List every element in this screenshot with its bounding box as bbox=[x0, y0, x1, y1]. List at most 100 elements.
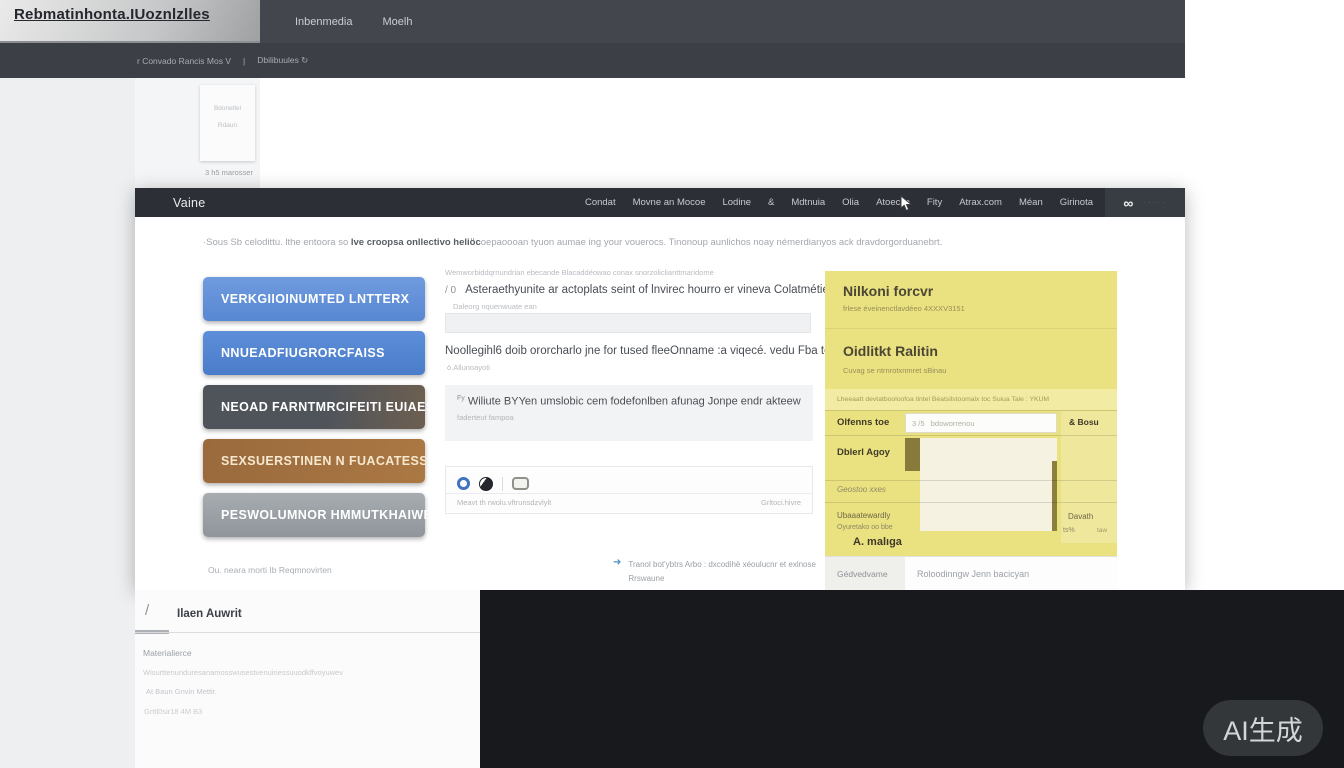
help-link-line-2[interactable]: Rrswaune bbox=[628, 572, 816, 586]
dark-contrast-circle-icon[interactable] bbox=[479, 477, 493, 491]
summary-left-1: Ubaaatewardly bbox=[837, 511, 890, 520]
nav-end-block[interactable]: ∞ ····· bbox=[1105, 188, 1185, 217]
row-1-label: Olfenns toe bbox=[837, 417, 889, 428]
breadcrumb[interactable]: r Convado Rancis Mos V bbox=[137, 56, 231, 66]
action-button-1[interactable]: VERKGIIOINUMTED LNTTERX bbox=[203, 277, 425, 321]
icon-divider bbox=[502, 477, 503, 491]
breadcrumb-separator: | bbox=[243, 56, 245, 66]
nav-item-fity[interactable]: Fity bbox=[927, 197, 942, 208]
nav-item-olia[interactable]: Olia bbox=[842, 197, 859, 208]
field-scrollbar[interactable] bbox=[1052, 461, 1057, 531]
mouse-cursor-icon bbox=[900, 195, 913, 212]
nav-item-mdtnuia[interactable]: Mdtnuia bbox=[791, 197, 825, 208]
slash-icon: / bbox=[145, 602, 149, 619]
action-button-3[interactable]: NEOAD FARNTMRCIFEITI EUIAESS bbox=[203, 385, 425, 429]
top-menu-item-2[interactable]: Moelh bbox=[383, 16, 413, 28]
doc-line-1: Materialierce bbox=[143, 648, 192, 658]
action-button-2[interactable]: NNUEADFIUGRORCFAISS bbox=[203, 331, 425, 375]
nav-item-movne[interactable]: Movne an Mocoe bbox=[633, 197, 706, 208]
nav-item-amp[interactable]: & bbox=[768, 197, 774, 208]
question-1-text: Asteraethyunite ar actoplats seint of ln… bbox=[465, 284, 829, 296]
action-button-stack: VERKGIIOINUMTED LNTTERX NNUEADFIUGRORCFA… bbox=[203, 277, 425, 547]
yellow-subtext-2: Cuvag se ntrnrotxnmret sBinau bbox=[843, 366, 946, 375]
doc-line-2: Wisurttenunduresanamosswusestvenuinessuu… bbox=[143, 668, 343, 677]
top-menu-item-1[interactable]: Inbenmedia bbox=[295, 16, 353, 28]
callout-text: Wiliute BYYen umslobic cem fodefonlben a… bbox=[468, 396, 801, 408]
breadcrumb-button[interactable]: Dbilibuules ↻ bbox=[257, 55, 308, 66]
doc-line-4[interactable]: Grttl0sir18 4M B3 bbox=[144, 707, 202, 716]
intro-post: oepaoooan tyuon aumae ing your vouerocs.… bbox=[481, 237, 943, 248]
thumbnail-line-1: Bdonetlel bbox=[200, 101, 255, 118]
yellow-divider bbox=[825, 328, 1117, 329]
nav-item-mean[interactable]: Méan bbox=[1019, 197, 1043, 208]
yellow-panel: Nilkoni forcvr frlese éveinenctlavdéeo 4… bbox=[825, 271, 1117, 556]
nav-item-lodine[interactable]: Lodine bbox=[722, 197, 751, 208]
answer-input[interactable] bbox=[445, 313, 811, 333]
yellow-info-band: Lheeaatt devtatbooloofoa tintel Béatsils… bbox=[825, 389, 1117, 410]
share-icon-row bbox=[446, 467, 812, 493]
left-rail bbox=[0, 78, 135, 768]
question-2: Noollegihl6 doib ororcharlo jne for tuse… bbox=[445, 345, 839, 357]
action-button-5[interactable]: PESWOLUMNOR HMMUTKHAIWES bbox=[203, 493, 425, 537]
top-menu-bar: Inbenmedia Moelh bbox=[260, 0, 1185, 43]
summary-left-2: Oyuretako oo bbe bbox=[837, 524, 893, 531]
callout-title: Fy Wiliute BYYen umslobic cem fodefonlbe… bbox=[457, 395, 801, 408]
action-button-4[interactable]: SEXSUERSTINEN N FUACATESS bbox=[203, 439, 425, 483]
row-divider bbox=[825, 410, 1117, 411]
intro-paragraph: ·Sous Sb celodittu. lthe entoora so lve … bbox=[203, 237, 951, 248]
main-navbar: Vaine Condat Movne an Mocoe Lodine & Mdt… bbox=[135, 188, 1185, 217]
window-title: Rebmatinhonta.IUoznlzlles bbox=[14, 6, 210, 23]
color-swatch[interactable] bbox=[905, 438, 920, 471]
callout-prefix: Fy bbox=[457, 395, 465, 402]
summary-right-3: taw bbox=[1097, 527, 1107, 534]
summary-right-1: Davath bbox=[1068, 512, 1093, 521]
share-footer-right[interactable]: Grltoci.hivre bbox=[761, 498, 801, 507]
thumbnail-zone: Bdonetlel Rdaun 3 h5 marosser bbox=[135, 78, 260, 190]
nav-end-label: ····· bbox=[1143, 198, 1166, 207]
yellow-bold-footer: A. malıga bbox=[853, 536, 902, 548]
footer-label[interactable]: Gédvedvame bbox=[825, 557, 905, 590]
thumbnail-caption: 3 h5 marosser bbox=[205, 168, 253, 177]
browser-title-bar: Rebmatinhonta.IUoznlzlles bbox=[0, 0, 260, 43]
summary-right-2: ts% bbox=[1063, 527, 1075, 534]
question-1-number: / 0 bbox=[445, 285, 456, 296]
document-title: Ilaen Auwrit bbox=[177, 608, 242, 620]
rule bbox=[135, 632, 480, 633]
doc-line-3[interactable]: At Baun Gnvin Mettir. bbox=[146, 687, 217, 696]
help-link[interactable]: Tranol bot'ybtrs Arbo : dxcodihè xéouluc… bbox=[628, 558, 816, 585]
intro-highlight: lve croopsa onllectivo heliöc bbox=[351, 237, 481, 248]
breadcrumb-bar: r Convado Rancis Mos V | Dbilibuules ↻ bbox=[0, 43, 1185, 78]
nav-item-girinota[interactable]: Girinota bbox=[1060, 197, 1093, 208]
share-box-footer: Meavt th rwolu.vftrunsdzvlylt Grltoci.hi… bbox=[446, 493, 812, 507]
gray-rounded-rect-icon[interactable] bbox=[512, 477, 529, 490]
brand-logo[interactable]: Vaine bbox=[173, 196, 206, 210]
screen: Rebmatinhonta.IUoznlzlles Inbenmedia Moe… bbox=[0, 0, 1344, 768]
callout-note: faderteut fampoa bbox=[457, 413, 801, 422]
yellow-heading-1: Nilkoni forcvr bbox=[843, 283, 933, 299]
question-1-note: Daleorg nquenwuate ean bbox=[453, 302, 537, 311]
share-box: Meavt th rwolu.vftrunsdzvlylt Grltoci.hi… bbox=[445, 466, 813, 514]
help-link-line-1[interactable]: Tranol bot'ybtrs Arbo : dxcodihè xéouluc… bbox=[628, 558, 816, 572]
row-1-right-label: & Bosu bbox=[1069, 417, 1099, 427]
thumbnail-card[interactable]: Bdonetlel Rdaun bbox=[200, 85, 255, 161]
share-footer-left: Meavt th rwolu.vftrunsdzvlylt bbox=[457, 498, 551, 507]
arrow-icon: ➜ bbox=[613, 558, 621, 585]
row-divider bbox=[825, 502, 1117, 503]
nav-item-atrax[interactable]: Atrax.com bbox=[959, 197, 1002, 208]
row-2-field[interactable] bbox=[920, 438, 1057, 531]
row-1-input[interactable] bbox=[905, 413, 1057, 433]
ai-generated-watermark: AI生成 bbox=[1203, 700, 1323, 756]
row-divider bbox=[825, 435, 1117, 436]
footer-value: Roloodinngw Jenn bacicyan bbox=[905, 557, 1117, 590]
intro-pre: ·Sous Sb celodittu. lthe entoora so bbox=[203, 237, 351, 248]
blue-circle-icon[interactable] bbox=[457, 477, 470, 490]
row-2-label: Dblerl Agoy bbox=[837, 447, 890, 458]
thumbnail-line-2: Rdaun bbox=[200, 118, 255, 135]
question-1: / 0 Asteraethyunite ar actoplats seint of… bbox=[445, 284, 829, 296]
help-link-row: ➜ Tranol bot'ybtrs Arbo : dxcodihè xéoul… bbox=[613, 558, 816, 585]
yellow-subtext-1: frlese éveinenctlavdéeo 4XXXV3151 bbox=[843, 304, 965, 313]
question-2-note: ö.Allunoayoti bbox=[447, 363, 490, 372]
yellow-panel-footer: Gédvedvame Roloodinngw Jenn bacicyan bbox=[825, 556, 1117, 590]
yellow-right-column bbox=[1061, 411, 1117, 543]
nav-item-condat[interactable]: Condat bbox=[585, 197, 616, 208]
